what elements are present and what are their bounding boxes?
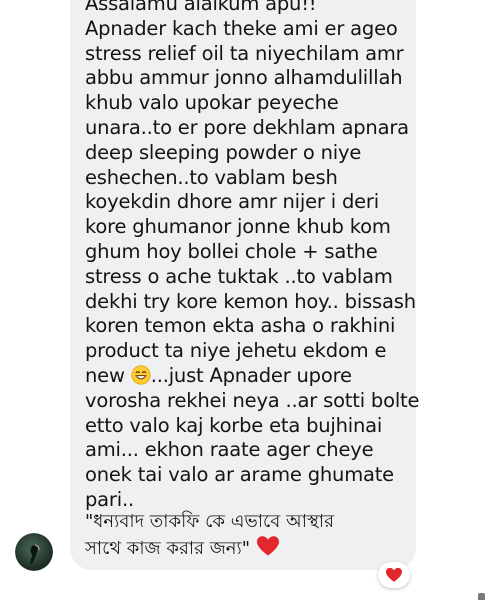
chat-screen: Assalamu alaikum apu!! Apnader kach thek…: [0, 0, 500, 600]
message-line: unara..to er pore dekhlam apnara: [85, 116, 409, 139]
message-line: vorosha rekhei neya ..ar sotti bolte: [85, 388, 420, 412]
message-line: koren temon ekta asha o rakhini: [85, 314, 396, 338]
heart-reaction-icon: [385, 567, 403, 583]
message-line: onek tai valo ar arame ghumate: [85, 463, 394, 487]
message-line: ghum hoy bollei chole + sathe: [85, 240, 378, 263]
read-receipt-indicator: [478, 593, 485, 600]
bengali-message-text: সাথে কাজ করার জন্য": [85, 538, 251, 559]
message-line-with-emoji: new ...just Apnader upore: [85, 364, 352, 392]
message-line: stress o ache tuktak ..to vablam: [85, 264, 393, 288]
grinning-smiling-face-emoji-icon: [131, 365, 151, 392]
message-line: etto valo kaj korbe eta bujhinai: [85, 413, 383, 437]
heart-reaction[interactable]: [378, 562, 410, 588]
message-line: stress relief oil ta niyechilam amr: [85, 41, 404, 65]
message-line: koyekdin dhore amr nijer i deri: [85, 190, 379, 214]
message-line: kore ghumanor jonne khub kom: [85, 215, 391, 239]
sender-avatar[interactable]: [15, 533, 53, 571]
message-line: abbu ammur jonno alhamdulillah: [85, 66, 403, 90]
bengali-message-line-with-heart: সাথে কাজ করার জন্য": [85, 535, 280, 565]
message-line: dekhi try kore kemon hoy.. bissash: [85, 289, 416, 313]
red-heart-emoji-icon: [256, 535, 280, 565]
message-line: ami... ekhon raate ager cheye: [85, 438, 374, 462]
bengali-message-line: "ধন্যবাদ তাকফি কে এভাবে আস্থার: [85, 511, 335, 532]
message-line: product ta niye jehetu ekdom e: [85, 339, 387, 363]
message-line: Apnader kach theke ami er ageo: [85, 16, 398, 40]
message-line: deep sleeping powder o niye: [85, 140, 362, 164]
message-line: Assalamu alaikum apu!!: [85, 0, 317, 15]
message-word: new: [85, 364, 125, 387]
message-line: eshechen..to vablam besh: [85, 165, 338, 189]
message-line: khub valo upokar peyeche: [85, 91, 339, 115]
message-text: ...just Apnader upore: [150, 364, 352, 387]
